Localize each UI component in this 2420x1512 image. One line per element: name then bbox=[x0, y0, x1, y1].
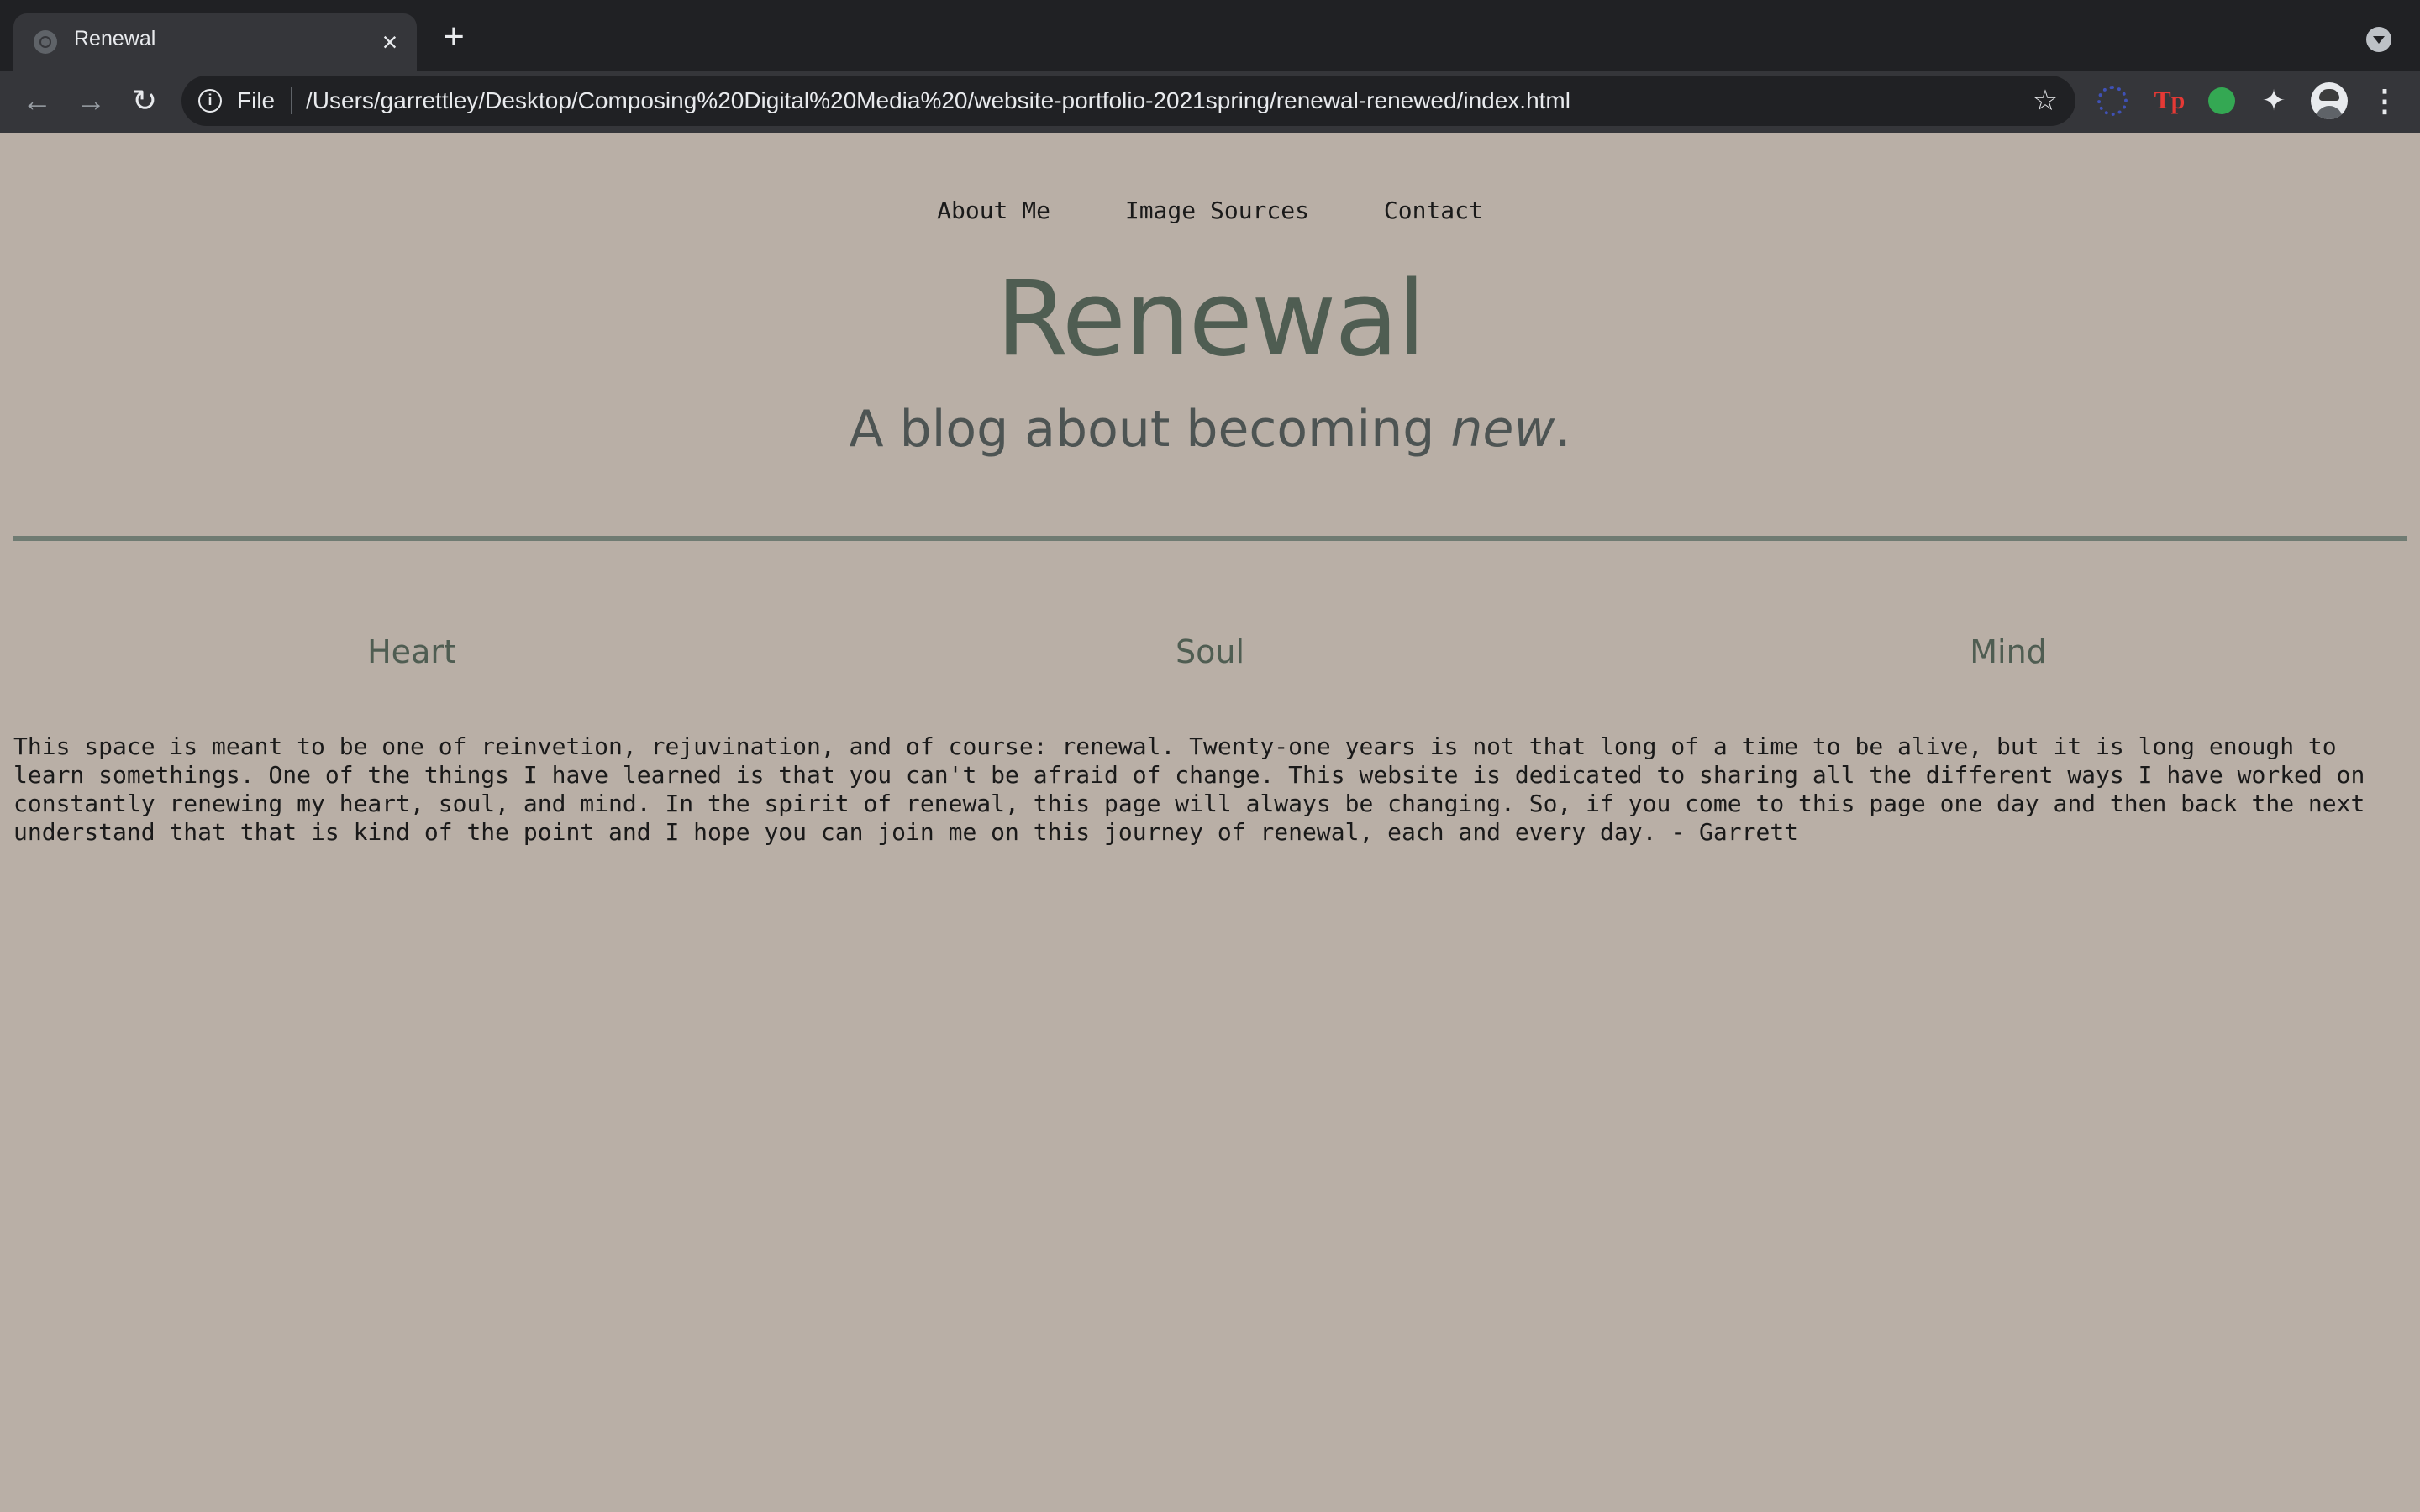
puzzle-icon[interactable]: ✦ bbox=[2257, 84, 2291, 118]
page-content: About Me Image Sources Contact Renewal A… bbox=[0, 133, 2420, 1512]
heading-heart: Heart bbox=[367, 633, 456, 670]
circle-extension-icon[interactable] bbox=[2097, 86, 2128, 116]
tab-strip: Renewal × + bbox=[0, 0, 2420, 71]
url-text[interactable]: /Users/garrettley/Desktop/Composing%20Di… bbox=[306, 87, 1570, 114]
globe-icon bbox=[34, 30, 57, 54]
heading-soul: Soul bbox=[1175, 633, 1244, 670]
tp-extension-icon[interactable]: Tp bbox=[2153, 84, 2186, 118]
close-icon[interactable]: × bbox=[373, 25, 407, 59]
nav-about-me-link[interactable]: About Me bbox=[937, 197, 1050, 224]
page-title: Renewal bbox=[996, 259, 1426, 380]
info-icon[interactable]: i bbox=[198, 89, 222, 113]
tagline-prefix: A blog about becoming bbox=[849, 400, 1451, 459]
site-nav: About Me Image Sources Contact bbox=[0, 197, 2420, 224]
new-tab-button[interactable]: + bbox=[434, 18, 474, 59]
browser-chrome: Renewal × + ← → ↻ i File /Users/garrettl… bbox=[0, 0, 2420, 133]
heading-mind: Mind bbox=[1970, 633, 2047, 670]
scheme-label: File bbox=[237, 87, 276, 113]
back-icon[interactable]: ← bbox=[17, 81, 57, 121]
tagline-suffix: . bbox=[1555, 400, 1571, 459]
divider-rule bbox=[13, 536, 2407, 541]
avatar[interactable] bbox=[2311, 82, 2348, 119]
green-dot-extension-icon[interactable] bbox=[2208, 87, 2235, 114]
page-tagline: A blog about becoming new. bbox=[0, 400, 2420, 459]
bookmark-star-icon[interactable]: ☆ bbox=[2027, 82, 2064, 119]
reload-icon[interactable]: ↻ bbox=[124, 81, 165, 121]
nav-image-sources-link[interactable]: Image Sources bbox=[1125, 197, 1309, 224]
intro-paragraph: This space is meant to be one of reinvet… bbox=[13, 732, 2365, 846]
browser-tab[interactable]: Renewal × bbox=[13, 13, 417, 71]
tab-search-icon[interactable] bbox=[2366, 27, 2391, 52]
address-bar[interactable]: i File /Users/garrettley/Desktop/Composi… bbox=[182, 76, 2075, 126]
nav-contact-link[interactable]: Contact bbox=[1384, 197, 1483, 224]
tagline-emphasis: new bbox=[1450, 400, 1555, 459]
tab-title: Renewal bbox=[74, 27, 156, 50]
divider bbox=[291, 87, 292, 114]
forward-icon[interactable]: → bbox=[71, 81, 111, 121]
kebab-menu-icon[interactable]: ⋮ bbox=[2370, 82, 2400, 119]
